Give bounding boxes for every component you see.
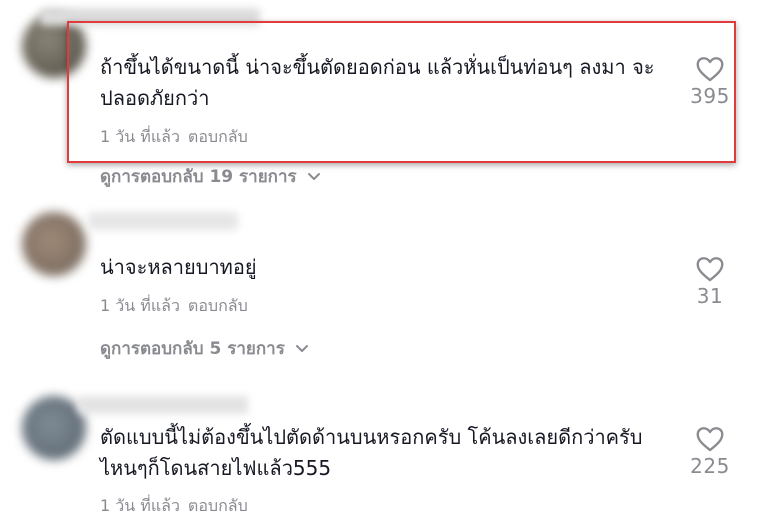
avatar[interactable]: [22, 212, 86, 276]
heart-outline-icon: [696, 427, 724, 452]
comment-meta: 1 วัน ที่แล้ว ตอบกลับ: [100, 494, 248, 519]
like-count: 225: [690, 454, 730, 478]
view-replies-button[interactable]: ดูการตอบกลับ 5 รายการ: [100, 335, 309, 362]
like-count: 31: [696, 284, 724, 308]
username-blurred[interactable]: [40, 8, 260, 26]
comment-timestamp: 1 วัน ที่แล้ว: [100, 296, 180, 315]
view-replies-button[interactable]: ดูการตอบกลับ 19 รายการ: [100, 163, 321, 190]
like-count: 395: [690, 84, 730, 108]
comment-text: ตัดแบบนี้ไม่ต้องขึ้นไปตัดด้านบนหรอกครับ …: [100, 425, 643, 480]
heart-outline-icon: [696, 257, 724, 282]
comment-timestamp: 1 วัน ที่แล้ว: [100, 496, 180, 515]
username-blurred[interactable]: [78, 396, 248, 414]
username-blurred[interactable]: [88, 212, 238, 230]
like-button[interactable]: 395: [680, 56, 740, 108]
comment-meta: 1 วัน ที่แล้ว ตอบกลับ: [100, 294, 248, 319]
comment-text: ถ้าขึ้นได้ขนาดนี้ น่าจะขึ้นตัดยอดก่อน แล…: [100, 55, 655, 110]
reply-button[interactable]: ตอบกลับ: [188, 494, 248, 519]
reply-button[interactable]: ตอบกลับ: [188, 294, 248, 319]
view-replies-label: ดูการตอบกลับ 5 รายการ: [100, 339, 285, 359]
chevron-down-icon: [307, 172, 320, 180]
like-button[interactable]: 31: [680, 256, 740, 308]
comment-timestamp: 1 วัน ที่แล้ว: [100, 127, 180, 146]
comment-text: น่าจะหลายบาทอยู่: [100, 255, 257, 279]
view-replies-label: ดูการตอบกลับ 19 รายการ: [100, 167, 297, 187]
chevron-down-icon: [295, 344, 308, 352]
reply-button[interactable]: ตอบกลับ: [188, 125, 248, 150]
avatar[interactable]: [22, 396, 86, 460]
comment-meta: 1 วัน ที่แล้ว ตอบกลับ: [100, 125, 248, 150]
like-button[interactable]: 225: [680, 426, 740, 478]
heart-outline-icon: [696, 57, 724, 82]
